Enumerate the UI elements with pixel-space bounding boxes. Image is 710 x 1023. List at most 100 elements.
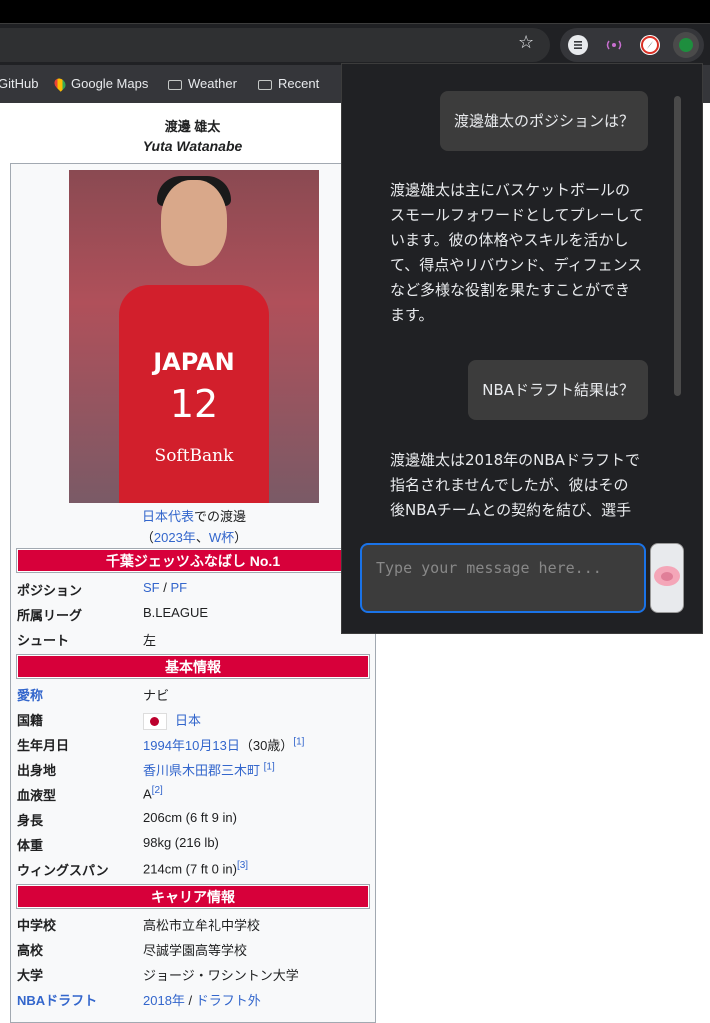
- link-high-school[interactable]: 尽誠学園高等学校: [143, 940, 247, 959]
- jersey-number: 12: [169, 382, 219, 426]
- chat-scrollbar[interactable]: [674, 96, 681, 396]
- link-junior-high[interactable]: 高松市立牟礼中学校: [143, 915, 260, 934]
- jersey-text: JAPAN: [153, 348, 235, 376]
- link-birthplace[interactable]: 香川県木田郡三木町: [143, 763, 260, 778]
- row-key: ポジション: [17, 583, 83, 598]
- section-header-team: 千葉ジェッツふなばし No.1: [16, 548, 370, 573]
- message-line: 渡邊雄太は主にバスケットボールの: [390, 181, 631, 199]
- link-draft-year[interactable]: 2018年: [143, 993, 185, 1008]
- message-line: て、得点やリバウンド、ディフェンス: [390, 256, 643, 274]
- link-birthdate[interactable]: 1994年10月13日: [143, 738, 240, 753]
- row-key: 体重: [17, 838, 44, 853]
- link-japan[interactable]: 日本: [175, 713, 201, 728]
- assistant-message: 渡邊雄太は2018年のNBAドラフトで 指名されませんでしたが、彼はその 後NB…: [390, 448, 665, 524]
- send-button[interactable]: [650, 543, 684, 613]
- row-wingspan: ウィングスパン 214cm (7 ft 0 in)[3]: [17, 856, 369, 881]
- row-key: 身長: [17, 813, 44, 828]
- row-weight: 体重 98kg (216 lb): [17, 831, 369, 856]
- caption-sep: 、: [195, 530, 209, 545]
- input-placeholder: Type your message here...: [376, 559, 602, 577]
- japan-flag-icon: [143, 713, 167, 731]
- row-key: 出身地: [17, 763, 57, 778]
- row-key: 血液型: [17, 788, 57, 803]
- extension-active-icon[interactable]: [673, 32, 699, 58]
- bookmark-label: Recent: [278, 76, 320, 91]
- link-bleague[interactable]: B.LEAGUE: [143, 605, 208, 620]
- row-height: 身長 206cm (6 ft 9 in): [17, 806, 369, 831]
- link-nickname-key[interactable]: 愛称: [17, 685, 43, 704]
- caption-link-national-team[interactable]: 日本代表: [142, 509, 194, 524]
- photo-caption-line1: 日本代表での渡邊: [11, 506, 377, 525]
- user-message: 渡邊雄太のポジションは？: [439, 91, 648, 151]
- window-top-bar: [0, 0, 710, 23]
- separator: /: [159, 580, 171, 595]
- row-junior-high: 中学校 高松市立牟礼中学校: [17, 911, 369, 936]
- row-nickname: 愛称 ナビ: [17, 681, 369, 706]
- link-nba-draft-key[interactable]: NBAドラフト: [17, 990, 97, 1009]
- ref-link[interactable]: [3]: [237, 860, 248, 871]
- bookmark-star-icon[interactable]: ☆: [518, 32, 534, 53]
- ref-link[interactable]: [1]: [293, 737, 304, 748]
- chat-panel: 渡邊雄太のポジションは？ 渡邊雄太は主にバスケットボールの スモールフォワードと…: [341, 63, 703, 634]
- row-birthdate: 生年月日 1994年10月13日（30歳）[1]: [17, 731, 369, 756]
- link-left[interactable]: 左: [143, 630, 156, 649]
- folder-icon: [258, 79, 272, 90]
- row-key: 高校: [17, 943, 44, 958]
- separator: /: [184, 993, 196, 1008]
- list-menu-icon[interactable]: [568, 35, 588, 55]
- extensions-area: [560, 28, 704, 62]
- row-key: 所属リーグ: [17, 608, 83, 623]
- age: （30歳）: [239, 738, 294, 753]
- photo-caption-line2: （2023年、W杯）: [11, 527, 377, 546]
- row-key: 大学: [17, 968, 44, 983]
- message-input[interactable]: Type your message here...: [360, 543, 646, 613]
- link-university[interactable]: ジョージ・ワシントン大学: [143, 965, 299, 984]
- bookmark-label: Google Maps: [71, 76, 149, 91]
- folder-icon: [168, 79, 182, 90]
- infobox: JAPAN 12 SoftBank 日本代表での渡邊 （2023年、W杯） 千葉…: [10, 163, 376, 1023]
- ref-link[interactable]: [1]: [264, 762, 275, 773]
- bookmark-weather[interactable]: Weather: [168, 76, 237, 91]
- bookmark-github[interactable]: GitHub: [0, 76, 38, 91]
- browser-toolbar: ☆: [0, 23, 710, 66]
- link-pf[interactable]: PF: [170, 580, 187, 595]
- message-line: います。彼の体格やスキルを活かし: [390, 231, 629, 249]
- row-blood-type: 血液型 A[2]: [17, 781, 369, 806]
- user-message: NBAドラフト結果は？: [468, 360, 648, 420]
- message-line: ます。: [390, 306, 434, 324]
- address-bar[interactable]: [0, 28, 550, 62]
- bookmark-label: GitHub: [0, 76, 39, 91]
- row-key: シュート: [17, 633, 70, 648]
- row-birthplace: 出身地 香川県木田郡三木町 [1]: [17, 756, 369, 781]
- caption-link-2023[interactable]: 2023年: [154, 530, 196, 545]
- caption-close: ）: [234, 530, 248, 545]
- compass-icon[interactable]: [640, 35, 660, 55]
- row-league: 所属リーグ B.LEAGUE: [17, 601, 369, 626]
- row-key: 生年月日: [17, 738, 70, 753]
- maps-pin-icon: [52, 75, 68, 92]
- infobox-title-ja: 渡邊 雄太: [164, 119, 221, 134]
- row-value: 98kg (216 lb): [143, 835, 219, 850]
- bookmark-recent[interactable]: Recent: [258, 76, 319, 91]
- radio-waves-icon[interactable]: [604, 35, 624, 55]
- link-undrafted[interactable]: ドラフト外: [196, 993, 261, 1008]
- link-sf[interactable]: SF: [143, 580, 160, 595]
- caption-text: での渡邊: [194, 509, 247, 524]
- row-nationality: 国籍 日本: [17, 706, 369, 731]
- row-key: 国籍: [17, 713, 44, 728]
- photo-head: [161, 180, 227, 266]
- message-line: 渡邊雄太は2018年のNBAドラフトで: [390, 451, 640, 469]
- row-university: 大学 ジョージ・ワシントン大学: [17, 961, 369, 986]
- row-position: ポジション SF / PF: [17, 576, 369, 601]
- row-value: 206cm (6 ft 9 in): [143, 810, 237, 825]
- caption-link-world-cup[interactable]: W杯: [209, 530, 234, 545]
- message-line: 後NBAチームとの契約を結び、選手: [390, 501, 632, 519]
- row-key: 中学校: [17, 918, 57, 933]
- row-nba-draft: NBAドラフト 2018年 / ドラフト外: [17, 986, 369, 1011]
- ref-link[interactable]: [2]: [152, 785, 163, 796]
- pig-icon: [654, 566, 680, 586]
- player-photo[interactable]: JAPAN 12 SoftBank: [69, 170, 319, 503]
- section-header-career: キャリア情報: [16, 884, 370, 909]
- caption-open: （: [140, 530, 154, 545]
- bookmark-google-maps[interactable]: Google Maps: [52, 75, 149, 92]
